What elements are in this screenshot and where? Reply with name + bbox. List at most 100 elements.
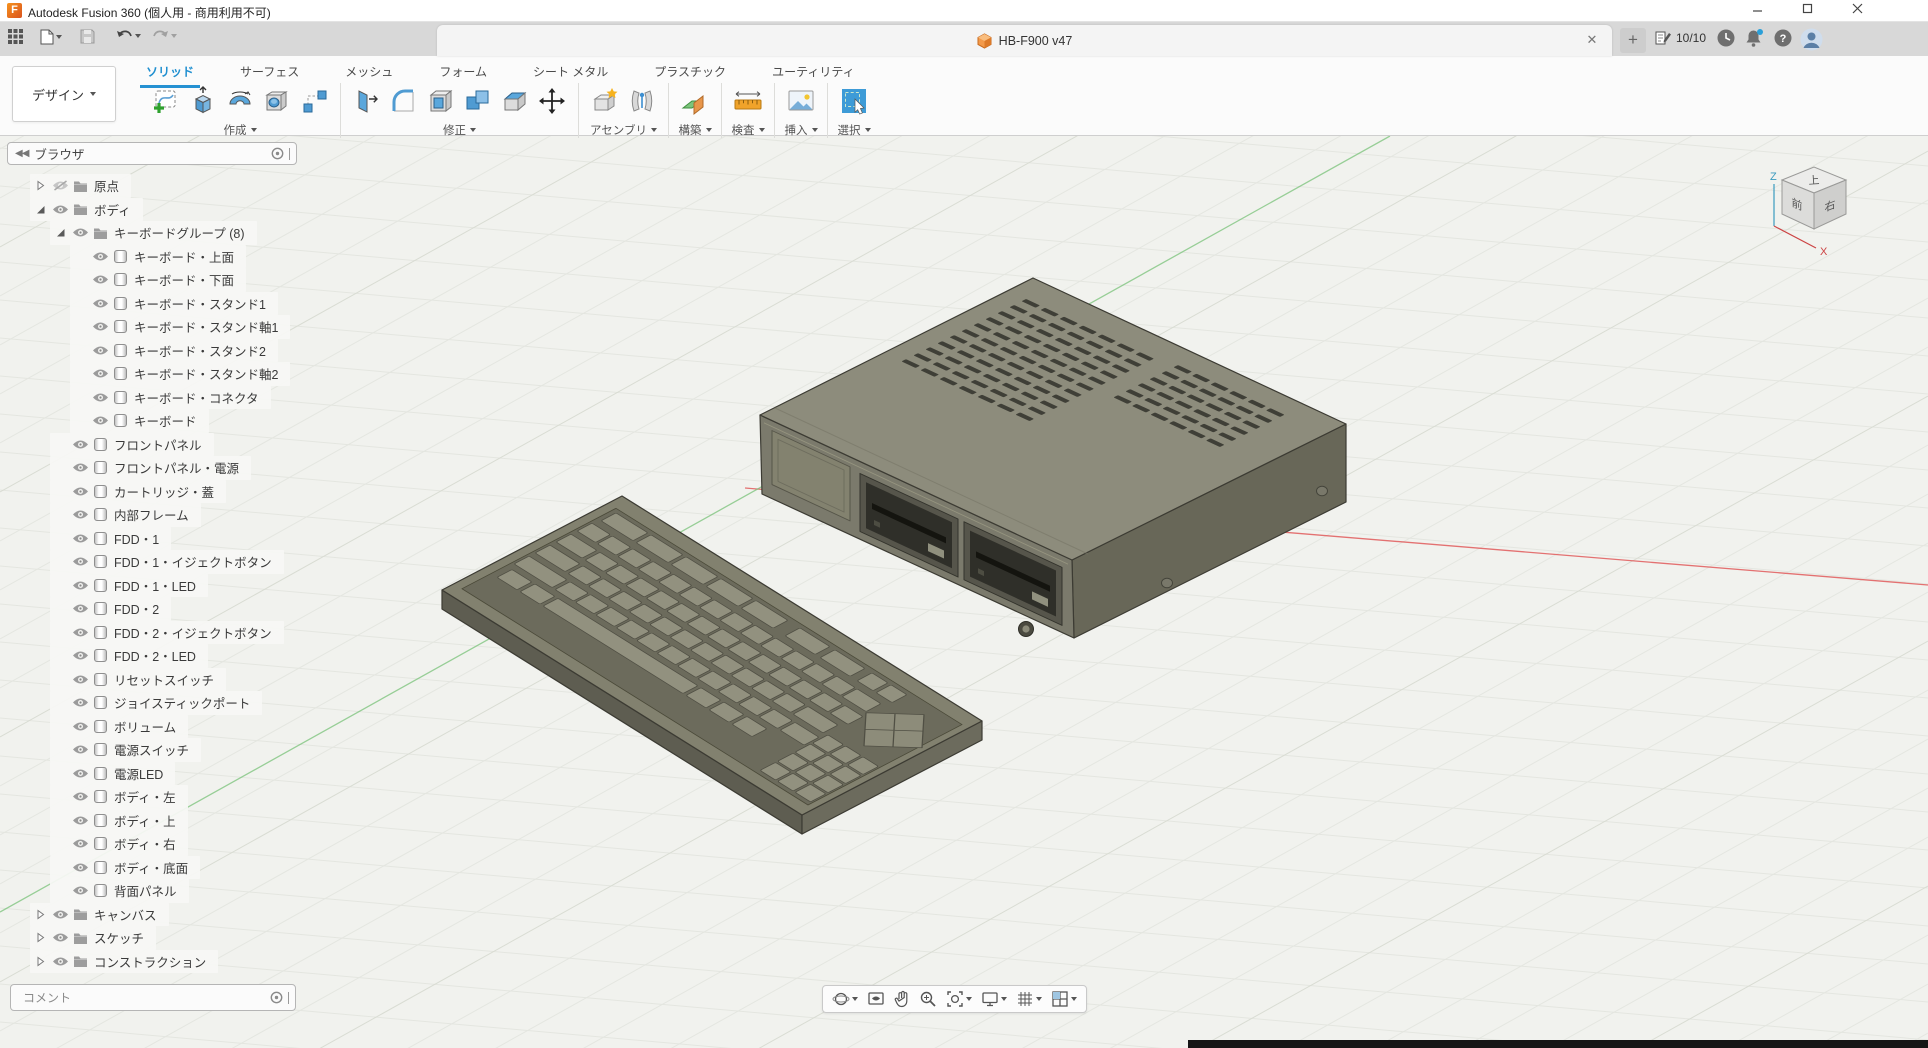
- visibility-eye-icon[interactable]: [50, 204, 70, 215]
- create-sketch-icon[interactable]: [149, 84, 183, 118]
- file-menu-button[interactable]: [40, 29, 62, 45]
- revolve-icon[interactable]: [223, 84, 257, 118]
- collapse-panel-icon[interactable]: ◀◀: [15, 148, 28, 159]
- browser-options-icon[interactable]: [271, 147, 284, 160]
- tree-item-body[interactable]: フロントパネル: [50, 433, 214, 457]
- document-tab[interactable]: HB-F900 v47 ✕: [437, 25, 1612, 56]
- tree-item-folder[interactable]: 原点: [30, 174, 131, 198]
- construction-plane-icon[interactable]: [678, 84, 712, 118]
- comment-input[interactable]: コメント: [10, 984, 296, 1011]
- visibility-eye-icon[interactable]: [50, 909, 70, 920]
- group-inspect-dropdown[interactable]: 検査: [732, 122, 765, 138]
- tree-item-body[interactable]: キーボード・コネクタ: [70, 386, 271, 410]
- tree-item-folder[interactable]: キーボードグループ (8): [50, 221, 257, 245]
- visibility-eye-icon[interactable]: [70, 509, 90, 520]
- visibility-eye-icon[interactable]: [50, 956, 70, 967]
- tree-item-body[interactable]: フロントパネル・電源: [50, 456, 251, 480]
- expand-arrow-open[interactable]: [30, 204, 50, 215]
- expand-arrow-open[interactable]: [50, 227, 70, 238]
- orbit-button[interactable]: [832, 990, 858, 1008]
- job-status-button[interactable]: 10/10: [1655, 30, 1706, 46]
- visibility-eye-icon[interactable]: [50, 932, 70, 943]
- notifications-bell-icon[interactable]: [1744, 28, 1765, 53]
- view-cube[interactable]: Z X 上 前 右: [1756, 150, 1876, 265]
- tree-item-folder[interactable]: ボディ: [30, 198, 143, 222]
- tree-item-body[interactable]: FDD・1・LED: [50, 574, 208, 598]
- panel-grip[interactable]: [289, 148, 290, 160]
- tree-item-body[interactable]: キーボード・下面: [70, 268, 246, 292]
- visibility-eye-icon[interactable]: [70, 486, 90, 497]
- tree-item-body[interactable]: ボディ・右: [50, 832, 188, 856]
- grid-display-button[interactable]: [1016, 990, 1042, 1008]
- undo-button[interactable]: [116, 29, 141, 43]
- expand-arrow-closed[interactable]: [30, 932, 50, 943]
- maximize-button[interactable]: [1786, 0, 1828, 22]
- zoom-button[interactable]: [919, 990, 937, 1008]
- visibility-eye-icon[interactable]: [70, 603, 90, 614]
- comment-grip[interactable]: [288, 992, 289, 1004]
- tab-close-icon[interactable]: ✕: [1584, 32, 1600, 48]
- workspace-selector[interactable]: デザイン: [12, 66, 116, 122]
- tree-item-body[interactable]: キーボード・スタンド2: [70, 339, 278, 363]
- tree-item-body[interactable]: ボリューム: [50, 715, 188, 739]
- hole-icon[interactable]: [260, 84, 294, 118]
- visibility-eye-icon[interactable]: [70, 815, 90, 826]
- joint-icon[interactable]: [625, 84, 659, 118]
- close-button[interactable]: [1836, 0, 1878, 22]
- split-body-icon[interactable]: [498, 84, 532, 118]
- comment-options-icon[interactable]: [270, 991, 283, 1004]
- group-create-dropdown[interactable]: 作成: [224, 122, 257, 138]
- combine-icon[interactable]: [461, 84, 495, 118]
- visibility-eye-icon[interactable]: [90, 251, 110, 262]
- save-button[interactable]: [80, 29, 95, 44]
- tree-item-body[interactable]: 電源LED: [50, 762, 175, 786]
- visibility-eye-icon[interactable]: [70, 650, 90, 661]
- group-modify-dropdown[interactable]: 修正: [443, 122, 476, 138]
- tree-item-body[interactable]: FDD・1: [50, 527, 171, 551]
- fillet-icon[interactable]: [387, 84, 421, 118]
- visibility-eye-icon[interactable]: [90, 392, 110, 403]
- visibility-eye-icon[interactable]: [70, 439, 90, 450]
- tree-item-body[interactable]: FDD・1・イジェクトボタン: [50, 550, 284, 574]
- help-icon[interactable]: ?: [1773, 28, 1793, 53]
- group-select-dropdown[interactable]: 選択: [838, 122, 871, 138]
- visibility-eye-hidden-icon[interactable]: [50, 180, 70, 191]
- group-construct-dropdown[interactable]: 構築: [679, 122, 712, 138]
- tree-item-body[interactable]: キーボード・スタンド1: [70, 292, 278, 316]
- tree-item-folder[interactable]: キャンバス: [30, 903, 169, 927]
- visibility-eye-icon[interactable]: [90, 274, 110, 285]
- visibility-eye-icon[interactable]: [70, 838, 90, 849]
- tree-item-body[interactable]: ボディ・上: [50, 809, 188, 833]
- visibility-eye-icon[interactable]: [70, 674, 90, 685]
- press-pull-icon[interactable]: [350, 84, 384, 118]
- fit-button[interactable]: [946, 990, 972, 1008]
- tree-item-body[interactable]: FDD・2: [50, 597, 171, 621]
- tree-item-body[interactable]: FDD・2・イジェクトボタン: [50, 621, 284, 645]
- look-at-button[interactable]: [867, 990, 885, 1008]
- tree-item-body[interactable]: キーボード・上面: [70, 245, 246, 269]
- tree-item-body[interactable]: キーボード: [70, 409, 209, 433]
- tree-item-body[interactable]: リセットスイッチ: [50, 668, 226, 692]
- notification-center-icon[interactable]: [1716, 28, 1736, 53]
- visibility-eye-icon[interactable]: [90, 298, 110, 309]
- pan-button[interactable]: [894, 990, 910, 1008]
- visibility-eye-icon[interactable]: [90, 368, 110, 379]
- select-icon[interactable]: [837, 84, 871, 118]
- insert-image-icon[interactable]: [784, 84, 818, 118]
- tree-item-folder[interactable]: コンストラクション: [30, 950, 218, 974]
- tree-item-body[interactable]: 背面パネル: [50, 879, 189, 903]
- visibility-eye-icon[interactable]: [90, 321, 110, 332]
- rectangular-pattern-icon[interactable]: [297, 84, 331, 118]
- viewports-button[interactable]: [1051, 990, 1077, 1008]
- visibility-eye-icon[interactable]: [70, 862, 90, 873]
- visibility-eye-icon[interactable]: [70, 627, 90, 638]
- tree-item-body[interactable]: 電源スイッチ: [50, 738, 201, 762]
- tree-item-body[interactable]: FDD・2・LED: [50, 644, 208, 668]
- new-tab-button[interactable]: +: [1620, 28, 1646, 53]
- visibility-eye-icon[interactable]: [70, 227, 90, 238]
- expand-arrow-closed[interactable]: [30, 909, 50, 920]
- new-component-icon[interactable]: [588, 84, 622, 118]
- app-grid-icon[interactable]: [8, 29, 23, 44]
- tree-item-body[interactable]: 内部フレーム: [50, 503, 201, 527]
- redo-button[interactable]: [152, 29, 177, 43]
